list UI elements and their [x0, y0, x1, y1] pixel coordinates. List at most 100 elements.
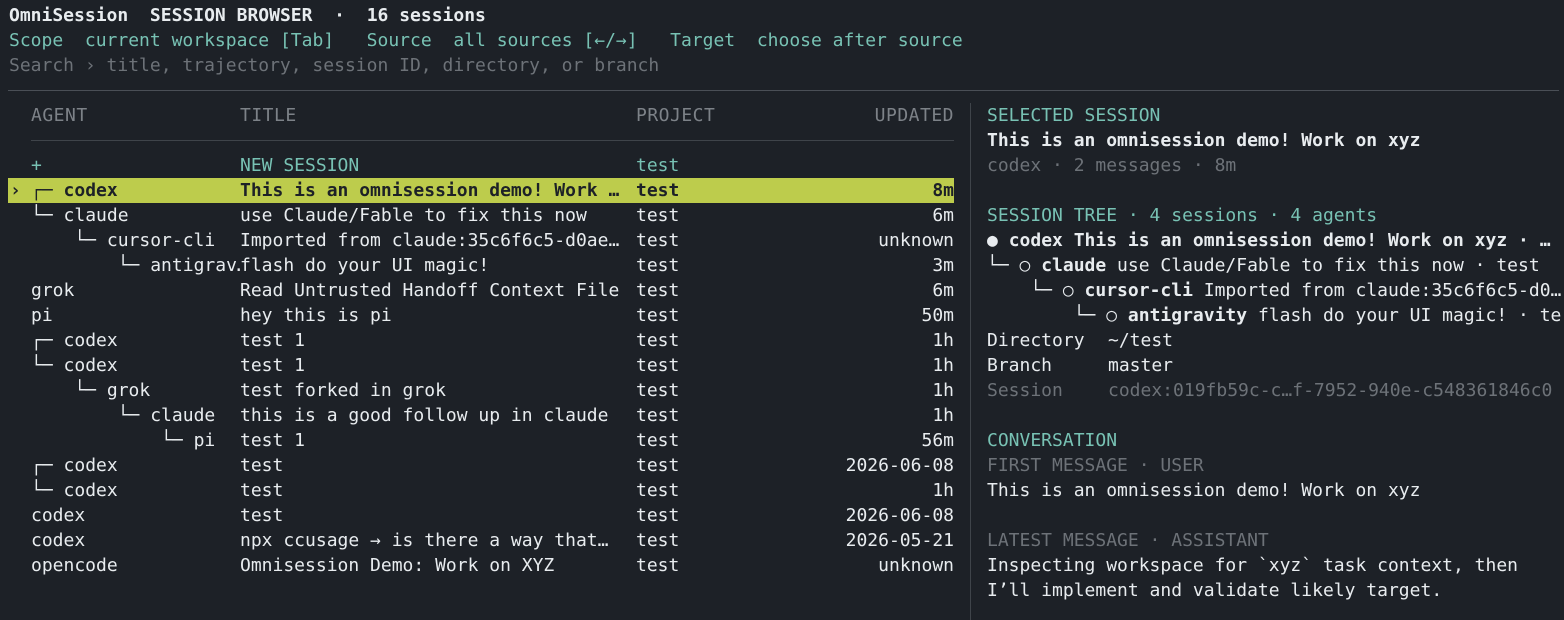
- row-title: test: [240, 480, 284, 501]
- session-count: 16 sessions: [366, 5, 486, 26]
- row-updated: 8m: [932, 180, 954, 201]
- tree-node-agent: claude: [1041, 255, 1107, 276]
- row-title: hey this is pi: [240, 305, 392, 326]
- row-updated: 6m: [932, 205, 954, 226]
- source-selector[interactable]: all sources [←/→]: [453, 30, 637, 51]
- tree-node-agent: antigravity: [1127, 305, 1248, 326]
- row-updated: unknown: [878, 230, 954, 251]
- app-name: OmniSession: [9, 5, 129, 26]
- plus-icon: +: [31, 155, 42, 176]
- tree-node-prefix: └─ ○: [987, 305, 1128, 326]
- table-row[interactable]: codex test test 2026-06-08: [8, 503, 954, 528]
- scope-label: Scope: [9, 30, 64, 51]
- tree-connector: └─: [31, 255, 151, 276]
- table-row[interactable]: └─ codex test 1 test 1h: [8, 353, 954, 378]
- row-title: flash do your UI magic!: [240, 255, 490, 276]
- row-title: this is a good follow up in claude: [240, 405, 609, 426]
- row-project: test: [636, 355, 680, 376]
- column-header-updated[interactable]: UPDATED: [875, 103, 954, 128]
- row-project: test: [636, 430, 680, 451]
- tree-connector: └─: [31, 480, 64, 501]
- row-project: test: [636, 405, 680, 426]
- row-project: test: [636, 380, 680, 401]
- row-project: test: [636, 555, 680, 576]
- table-row[interactable]: └─ cursor-cli Imported from claude:35c6f6…: [8, 228, 954, 253]
- table-row[interactable]: grok Read Untrusted Handoff Context File t…: [8, 278, 954, 303]
- directory-label: Directory: [987, 330, 1085, 351]
- directory-row: Directory ~/test: [987, 328, 1562, 353]
- row-title: test 1: [240, 330, 306, 351]
- conversation-heading: CONVERSATION: [987, 430, 1118, 451]
- row-agent: └─ cursor-cli: [31, 228, 241, 253]
- row-title: This is an omnisession demo! Work …: [240, 180, 620, 201]
- latest-message-label: LATEST MESSAGE · ASSISTANT: [987, 530, 1269, 551]
- search-input[interactable]: Search › title, trajectory, session ID, …: [9, 53, 659, 78]
- column-header-agent[interactable]: AGENT: [31, 103, 88, 128]
- selected-session-meta: codex · 2 messages · 8m: [987, 155, 1237, 176]
- table-row[interactable]: pi hey this is pi test 50m: [8, 303, 954, 328]
- agent-name: codex: [63, 330, 118, 351]
- row-marker: ›: [10, 180, 21, 201]
- new-session-project: test: [636, 155, 680, 176]
- tree-connector: └─: [31, 205, 64, 226]
- row-project: test: [636, 280, 680, 301]
- row-project: test: [636, 255, 680, 276]
- row-title: npx ccusage → is there a way that…: [240, 530, 609, 551]
- row-agent: opencode: [31, 553, 241, 578]
- row-title: test: [240, 505, 284, 526]
- row-updated: 2026-06-08: [845, 505, 954, 526]
- tree-node-text: flash do your UI magic! · te…: [1247, 305, 1562, 326]
- column-header-title[interactable]: TITLE: [240, 103, 297, 128]
- tree-node[interactable]: └─ ○ cursor-cli Imported from claude:35c…: [987, 278, 1562, 303]
- row-updated: 3m: [932, 255, 954, 276]
- row-agent: ┌─ codex: [31, 178, 241, 203]
- row-title: Read Untrusted Handoff Context File: [240, 280, 620, 301]
- latest-message-text-line2: I’ll implement and validate likely targe…: [987, 580, 1443, 601]
- table-row[interactable]: ┌─ codex test test 2026-06-08: [8, 453, 954, 478]
- scope-toggle[interactable]: current workspace [Tab]: [85, 30, 334, 51]
- row-agent: ┌─ codex: [31, 453, 241, 478]
- agent-name: codex: [63, 455, 118, 476]
- row-agent: └─ antigrav…: [31, 253, 241, 278]
- row-project: test: [636, 180, 680, 201]
- table-header-divider: [31, 140, 954, 141]
- row-project: test: [636, 230, 680, 251]
- table-row[interactable]: └─ claude use Claude/Fable to fix this no…: [8, 203, 954, 228]
- row-updated: 1h: [932, 480, 954, 501]
- row-updated: 56m: [921, 430, 954, 451]
- branch-label: Branch: [987, 355, 1053, 376]
- target-selector[interactable]: choose after source: [757, 30, 963, 51]
- row-project: test: [636, 330, 680, 351]
- agent-name: cursor-cli: [106, 230, 216, 251]
- agent-name: codex: [63, 480, 118, 501]
- table-row[interactable]: └─ claude this is a good follow up in cla…: [8, 403, 954, 428]
- header-separator: ·: [334, 5, 345, 26]
- new-session-row[interactable]: + NEW SESSION test: [8, 153, 954, 178]
- tree-node[interactable]: ● codex This is an omnisession demo! Wor…: [987, 228, 1562, 253]
- table-row[interactable]: └─ grok test forked in grok test 1h: [8, 378, 954, 403]
- panel-divider: [970, 103, 971, 620]
- row-updated: 2026-05-21: [845, 530, 954, 551]
- row-agent: ┌─ codex: [31, 328, 241, 353]
- table-row[interactable]: └─ antigrav… flash do your UI magic! test 3…: [8, 253, 954, 278]
- tree-connector: └─: [31, 355, 64, 376]
- table-row[interactable]: ┌─ codex test 1 test 1h: [8, 328, 954, 353]
- table-row[interactable]: └─ pi test 1 test 56m: [8, 428, 954, 453]
- table-row[interactable]: › ┌─ codex This is an omnisession demo! Wo…: [8, 178, 954, 203]
- row-title: test 1: [240, 355, 306, 376]
- tree-node[interactable]: └─ ○ claude use Claude/Fable to fix this…: [987, 253, 1562, 278]
- tree-node-agent: codex: [1008, 230, 1063, 251]
- tree-connector: └─: [31, 380, 107, 401]
- tree-node-agent: cursor-cli: [1084, 280, 1193, 301]
- row-title: Omnisession Demo: Work on XYZ: [240, 555, 555, 576]
- first-message-text: This is an omnisession demo! Work on xyz: [987, 480, 1421, 501]
- tree-node[interactable]: └─ ○ antigravity flash do your UI magic!…: [987, 303, 1562, 328]
- table-row[interactable]: codex npx ccusage → is there a way that… t…: [8, 528, 954, 553]
- column-header-project[interactable]: PROJECT: [636, 103, 715, 128]
- table-row[interactable]: └─ codex test test 1h: [8, 478, 954, 503]
- table-row[interactable]: opencode Omnisession Demo: Work on XYZ tes…: [8, 553, 954, 578]
- target-label: Target: [670, 30, 736, 51]
- agent-name: pi: [31, 305, 53, 326]
- row-updated: 50m: [921, 305, 954, 326]
- branch-value: master: [1108, 355, 1174, 376]
